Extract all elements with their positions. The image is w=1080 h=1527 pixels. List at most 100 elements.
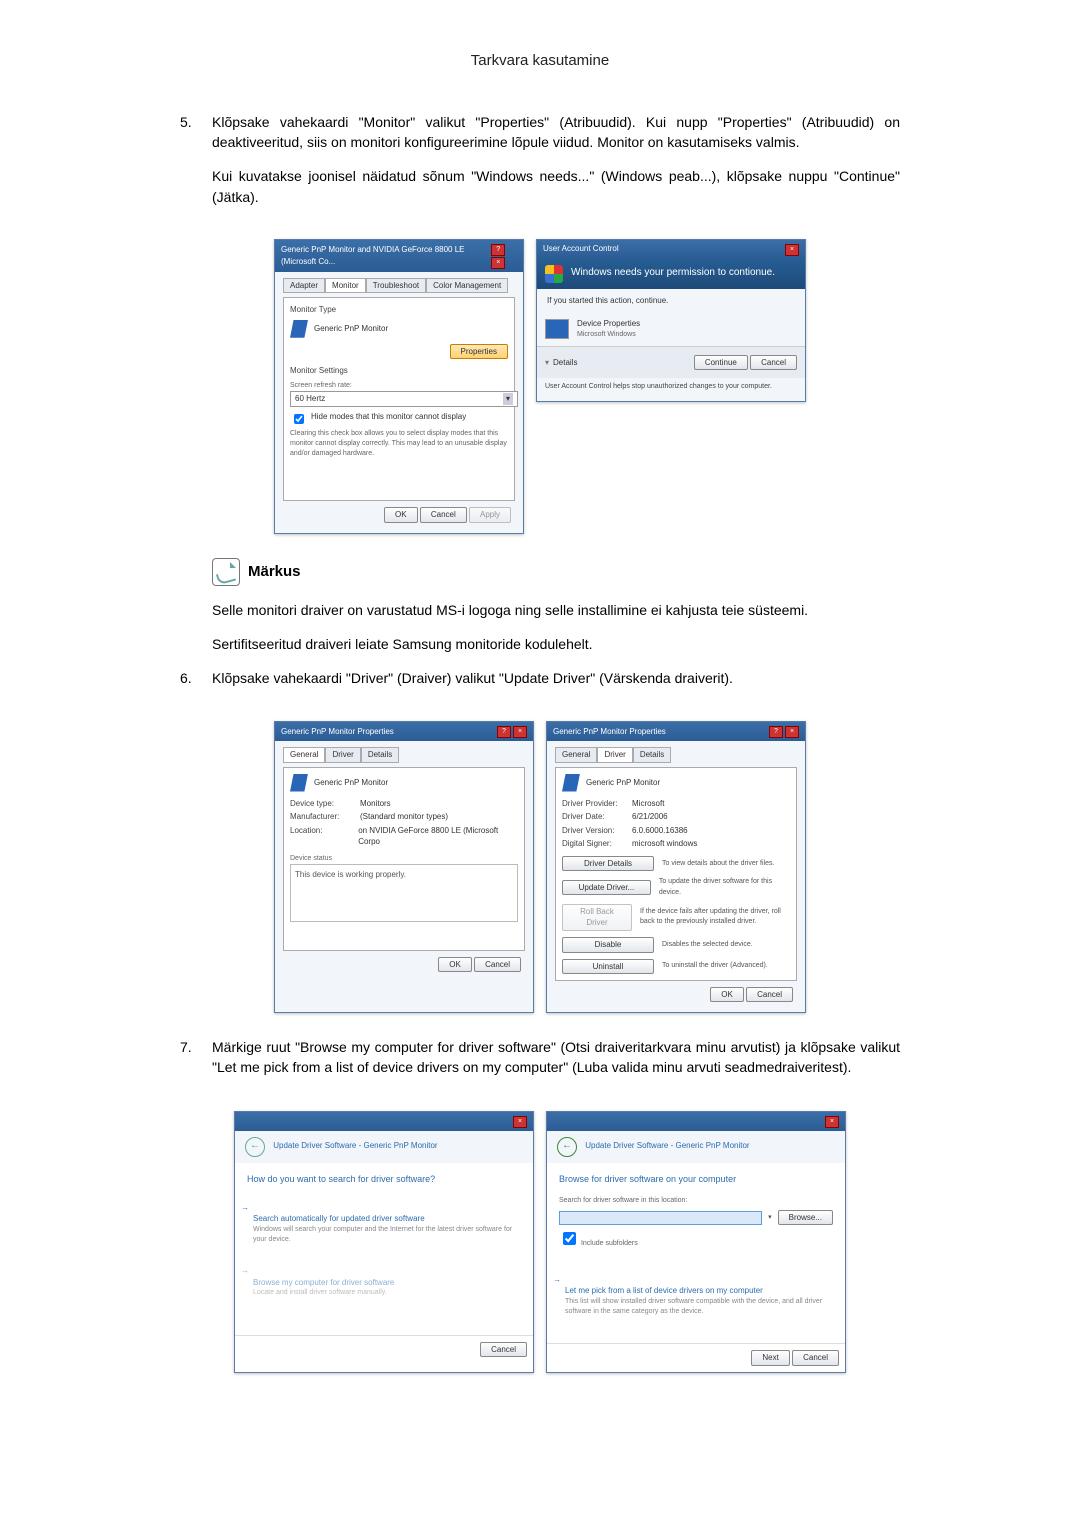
chevron-down-icon[interactable]: ▾ [545,357,549,369]
label: Driver Date: [562,811,632,823]
properties-button[interactable]: Properties [450,344,508,360]
option-sub: Locate and install driver software manua… [253,1288,521,1298]
tab-driver[interactable]: Driver [325,747,360,763]
step-text: Klõpsake vahekaardi "Monitor" valikut "P… [212,112,900,153]
tab-color-management[interactable]: Color Management [426,278,508,294]
uninstall-button[interactable]: Uninstall [562,959,654,975]
tab-details[interactable]: Details [633,747,671,763]
apply-button[interactable]: Apply [469,507,511,523]
window-buttons: ?× [489,243,517,269]
device-properties-driver-dialog: Generic PnP Monitor Properties ?× Genera… [546,721,806,1013]
close-icon[interactable]: × [825,1116,839,1128]
step-number: 6. [180,668,212,702]
cancel-button[interactable]: Cancel [746,987,793,1003]
step-text: Kui kuvatakse joonisel näidatud sõnum "W… [212,166,900,207]
path-input[interactable] [559,1211,762,1225]
tab-driver[interactable]: Driver [597,747,632,763]
dialog-title: Generic PnP Monitor Properties [553,726,666,738]
value: Microsoft [632,798,664,810]
close-icon[interactable]: × [785,726,799,738]
browse-button[interactable]: Browse... [778,1210,833,1226]
tab-troubleshoot[interactable]: Troubleshoot [366,278,426,294]
ok-button[interactable]: OK [710,987,744,1003]
next-button[interactable]: Next [751,1350,789,1366]
driver-details-button[interactable]: Driver Details [562,856,654,872]
back-icon[interactable]: ← [245,1137,265,1157]
page-title: Tarkvara kasutamine [180,50,900,72]
chevron-down-icon[interactable]: ▾ [768,1213,772,1223]
dialog-titlebar: Generic PnP Monitor Properties ?× [275,722,533,741]
dialog-titlebar: User Account Control × [537,240,805,259]
step-5: 5. Klõpsake vahekaardi "Monitor" valikut… [180,112,900,221]
value: (Standard monitor types) [360,811,448,823]
cancel-button[interactable]: Cancel [480,1342,527,1358]
option-pick-from-list[interactable]: Let me pick from a list of device driver… [547,1268,845,1323]
shield-icon [545,265,563,283]
button-desc: If the device fails after updating the d… [640,907,790,927]
option-browse-computer[interactable]: Browse my computer for driver software L… [235,1259,533,1304]
hide-modes-description: Clearing this check box allows you to se… [290,429,508,459]
ok-button[interactable]: OK [384,507,418,523]
close-icon[interactable]: × [513,726,527,738]
tab-general[interactable]: General [555,747,597,763]
cancel-button[interactable]: Cancel [792,1350,839,1366]
crumb-text: Update Driver Software - Generic PnP Mon… [585,1141,749,1150]
button-desc: To update the driver software for this d… [659,877,790,897]
refresh-rate-label: Screen refresh rate: [290,381,508,391]
include-subfolders-checkbox[interactable] [563,1232,576,1245]
figure-row-2: Generic PnP Monitor Properties ?× Genera… [180,719,900,1013]
dialog-titlebar: Generic PnP Monitor and NVIDIA GeForce 8… [275,240,523,272]
close-icon[interactable]: × [513,1116,527,1128]
label: Driver Provider: [562,798,632,810]
dialog-title: Generic PnP Monitor Properties [281,726,394,738]
window-buttons: × [511,1115,527,1128]
hide-modes-checkbox-row: Hide modes that this monitor cannot disp… [290,411,508,427]
close-icon[interactable]: ? [491,244,505,256]
option-heading: Search automatically for updated driver … [253,1213,521,1225]
step-text: Märkige ruut "Browse my computer for dri… [212,1037,900,1078]
tabs: Adapter Monitor Troubleshoot Color Manag… [283,278,515,294]
tab-general[interactable]: General [283,747,325,763]
window-buttons: × [823,1115,839,1128]
tab-adapter[interactable]: Adapter [283,278,325,294]
option-sub: Windows will search your computer and th… [253,1225,521,1245]
value: Monitors [360,798,391,810]
figure-row-3: × ← Update Driver Software - Generic PnP… [180,1108,900,1373]
disable-button[interactable]: Disable [562,937,654,953]
value: 6/21/2006 [632,811,668,823]
tab-details[interactable]: Details [361,747,399,763]
step-body: Klõpsake vahekaardi "Monitor" valikut "P… [212,112,900,221]
label: Driver Version: [562,825,632,837]
cancel-button[interactable]: Cancel [474,957,521,973]
hide-modes-label: Hide modes that this monitor cannot disp… [311,411,466,423]
wizard-question: How do you want to search for driver sof… [235,1163,533,1196]
continue-button[interactable]: Continue [694,355,748,371]
rollback-driver-button[interactable]: Roll Back Driver [562,904,632,931]
status-text: This device is working properly. [295,870,406,879]
cancel-button[interactable]: Cancel [420,507,467,523]
uac-details-label[interactable]: Details [553,357,577,369]
close-icon[interactable]: × [785,244,799,256]
label: Location: [290,825,358,848]
update-driver-button[interactable]: Update Driver... [562,880,651,896]
back-icon[interactable]: ← [557,1137,577,1157]
close-icon[interactable]: ? [497,726,511,738]
tab-monitor[interactable]: Monitor [325,278,366,294]
close-icon[interactable]: × [491,257,505,269]
monitor-icon [562,774,580,792]
ok-button[interactable]: OK [438,957,472,973]
option-search-auto[interactable]: Search automatically for updated driver … [235,1196,533,1251]
monitor-icon [290,774,308,792]
dialog-title: User Account Control [543,243,619,255]
cancel-button[interactable]: Cancel [750,355,797,371]
close-icon[interactable]: ? [769,726,783,738]
hide-modes-checkbox[interactable] [294,414,304,424]
window-buttons: × [783,243,799,256]
button-desc: Disables the selected device. [662,940,753,950]
uac-banner-text: Windows needs your permission to contion… [571,266,775,281]
uac-program-name: Device Properties [577,318,640,330]
breadcrumb: ← Update Driver Software - Generic PnP M… [235,1131,533,1163]
value: microsoft windows [632,838,697,850]
refresh-rate-select[interactable]: 60 Hertz ▾ [290,391,518,407]
status-label: Device status [290,854,518,864]
